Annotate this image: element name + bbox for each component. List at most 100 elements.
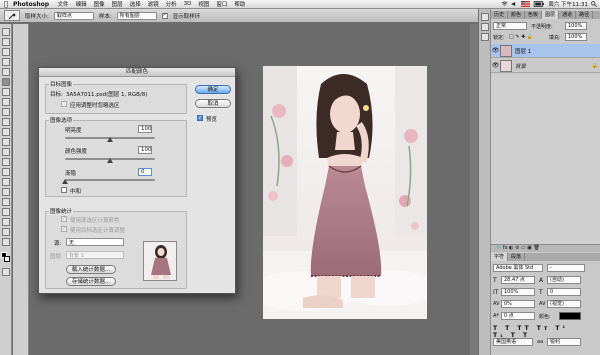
hand-tool-icon[interactable] [2, 228, 10, 236]
brush-tool-icon[interactable] [2, 98, 10, 106]
cancel-button[interactable]: 取消 [195, 99, 231, 108]
source-select[interactable]: 无 [66, 238, 124, 246]
ignore-selection-checkbox[interactable] [61, 101, 67, 107]
history-brush-tool-icon[interactable] [2, 118, 10, 126]
eye-icon[interactable]: 👁 [491, 62, 500, 69]
save-stats-button[interactable]: 存储统计数据... [66, 277, 116, 286]
volume-icon[interactable] [511, 1, 518, 7]
healing-tool-icon[interactable] [2, 88, 10, 96]
tracking-field[interactable]: 0% [501, 300, 535, 308]
quick-select-tool-icon[interactable] [2, 58, 10, 66]
quick-mask-icon[interactable] [2, 268, 10, 276]
dialog-title[interactable]: 匹配颜色 [39, 68, 235, 77]
fill-field[interactable]: 100% [565, 33, 587, 41]
luminance-slider-thumb[interactable] [106, 137, 113, 142]
crop-tool-icon[interactable] [2, 68, 10, 76]
font-style-select[interactable]: - [547, 264, 585, 272]
tab-layers[interactable]: 图层 [542, 11, 560, 19]
apple-icon[interactable]:  [0, 0, 12, 8]
tab-swatches[interactable]: 色板 [525, 11, 543, 19]
antialias-select[interactable]: 锐利 [547, 338, 581, 346]
eraser-tool-icon[interactable] [2, 128, 10, 136]
sample-size-select[interactable]: 取样点 [53, 11, 94, 20]
kerning-field[interactable]: (视觉) [547, 300, 581, 308]
layer-row-layer1[interactable]: 👁 图层 1 [491, 44, 600, 58]
shape-tool-icon[interactable] [2, 198, 10, 206]
tab-channels[interactable]: 通道 [559, 11, 577, 19]
wifi-icon[interactable] [501, 1, 508, 7]
pen-tool-icon[interactable] [2, 168, 10, 176]
menu-app-name[interactable]: Photoshop [12, 1, 54, 8]
3d-rotate-tool-icon[interactable] [2, 208, 10, 216]
neutralize-checkbox[interactable] [61, 187, 67, 193]
type-tool-icon[interactable] [2, 178, 10, 186]
menu-item-select[interactable]: 选择 [126, 0, 144, 8]
language-select[interactable]: 美国英语 [493, 338, 533, 346]
use-source-selection-checkbox[interactable]: ✓ [61, 216, 67, 222]
horizontal-scale-field[interactable]: 0 [547, 288, 581, 296]
tab-color[interactable]: 颜色 [508, 11, 526, 19]
preview-checkbox[interactable]: ✓ [197, 115, 203, 121]
font-family-select[interactable]: Adobe 黑体 Std [493, 264, 543, 272]
3d-camera-tool-icon[interactable] [2, 218, 10, 226]
menu-item-layer[interactable]: 图层 [108, 0, 126, 8]
canvas-scrollbar[interactable] [470, 24, 478, 355]
lasso-tool-icon[interactable] [2, 48, 10, 56]
fade-slider-track[interactable] [65, 179, 155, 181]
marquee-tool-icon[interactable] [2, 38, 10, 46]
text-color-swatch[interactable] [559, 312, 581, 320]
path-select-tool-icon[interactable] [2, 188, 10, 196]
menu-item-3d[interactable]: 3D [180, 1, 195, 7]
ok-button[interactable]: 确定 [195, 85, 231, 94]
spotlight-icon[interactable] [591, 1, 597, 7]
tab-paths[interactable]: 路径 [576, 11, 594, 19]
blur-tool-icon[interactable] [2, 148, 10, 156]
menu-item-edit[interactable]: 编辑 [72, 0, 90, 8]
canvas-photo[interactable] [263, 66, 427, 319]
menu-item-view[interactable]: 视图 [195, 0, 213, 8]
layer-row-background[interactable]: 👁 背景 🔒 [491, 59, 600, 73]
menu-item-image[interactable]: 图像 [90, 0, 108, 8]
menu-item-window[interactable]: 窗口 [213, 0, 231, 8]
text-style-buttons[interactable]: T T TT Tт T¹ T₁ T T [493, 325, 585, 339]
menu-item-analysis[interactable]: 分析 [162, 0, 180, 8]
fade-slider-thumb[interactable] [62, 179, 68, 184]
blend-mode-select[interactable]: 正常 [493, 22, 527, 30]
font-size-field[interactable]: 28.47 点 [501, 276, 535, 284]
layer-select[interactable]: 背景 1 [66, 251, 124, 259]
menu-item-file[interactable]: 文件 [54, 0, 72, 8]
menu-item-help[interactable]: 帮助 [231, 0, 249, 8]
luminance-field[interactable]: 100 [138, 125, 152, 133]
show-ring-checkbox[interactable]: ✓ [161, 12, 168, 19]
menu-item-filter[interactable]: 滤镜 [144, 0, 162, 8]
tab-history[interactable]: 历史 [491, 11, 509, 19]
gradient-tool-icon[interactable] [2, 138, 10, 146]
sample-select[interactable]: 所有图层 [116, 11, 157, 20]
baseline-shift-field[interactable]: 0 点 [501, 312, 535, 320]
dodge-tool-icon[interactable] [2, 158, 10, 166]
intensity-slider-thumb[interactable] [106, 158, 113, 163]
load-stats-button[interactable]: 载入统计数据... [66, 265, 116, 274]
move-tool-icon[interactable] [2, 28, 10, 36]
eye-icon[interactable]: 👁 [491, 47, 500, 54]
eyedropper-tool-icon[interactable] [2, 78, 10, 86]
background-color-swatch[interactable] [4, 256, 10, 262]
actions-panel-icon[interactable] [481, 23, 489, 31]
fade-field[interactable]: 0 [138, 168, 152, 176]
tool-preset-picker[interactable] [4, 10, 20, 21]
info-panel-icon[interactable] [481, 33, 489, 41]
intensity-field[interactable]: 100 [138, 146, 152, 154]
vertical-scale-field[interactable]: 100% [501, 288, 535, 296]
battery-icon[interactable] [533, 1, 545, 7]
tab-character[interactable]: 字符 [491, 253, 509, 261]
tab-paragraph[interactable]: 段落 [508, 253, 526, 261]
lock-icons[interactable]: □ ✎ ✚ 🔒 [509, 34, 533, 40]
opacity-field[interactable]: 100% [565, 22, 587, 30]
menu-clock[interactable]: 周六 下午11:31 [548, 0, 588, 8]
flag-icon[interactable] [521, 1, 531, 7]
leading-field[interactable]: (自动) [547, 276, 581, 284]
stamp-tool-icon[interactable] [2, 108, 10, 116]
history-panel-icon[interactable] [481, 13, 489, 21]
use-target-selection-checkbox[interactable]: ✓ [61, 226, 67, 232]
zoom-tool-icon[interactable] [2, 238, 10, 246]
